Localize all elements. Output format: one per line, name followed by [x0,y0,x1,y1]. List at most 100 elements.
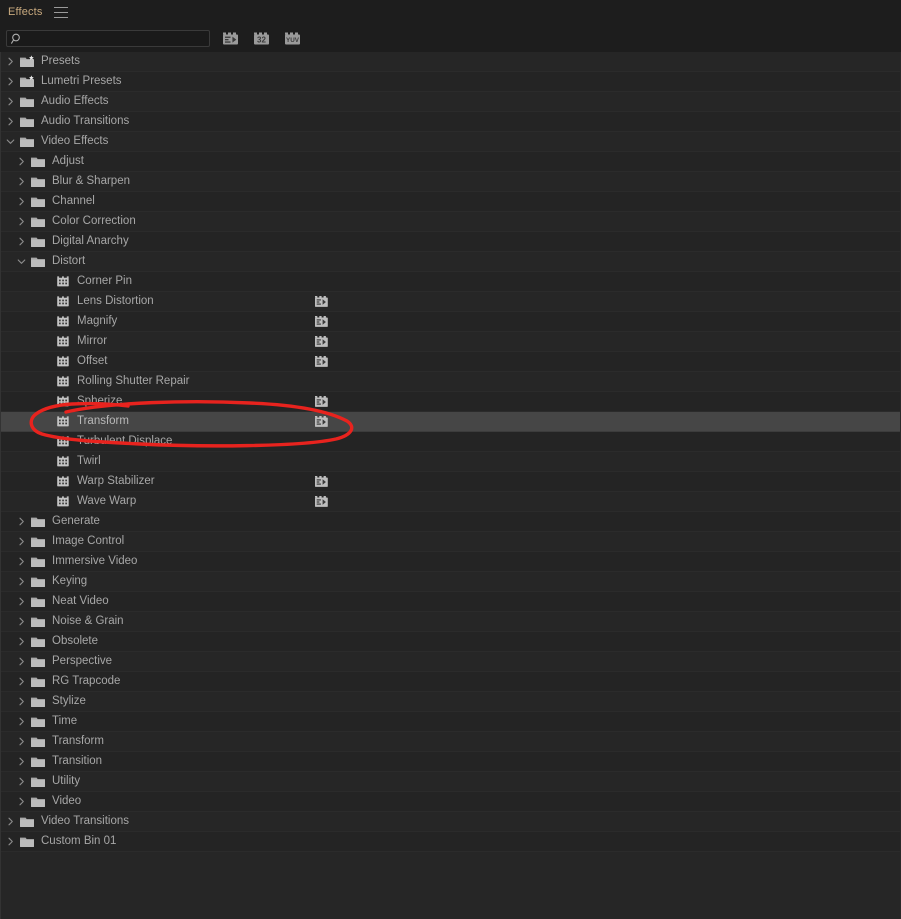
tree-row[interactable]: Channel [1,192,900,212]
chevron-right-icon[interactable] [16,196,27,207]
chevron-right-icon[interactable] [5,56,16,67]
chevron-right-icon[interactable] [16,216,27,227]
folder-icon [31,617,45,627]
tree-row[interactable]: Immersive Video [1,552,900,572]
tree-row[interactable]: Adjust [1,152,900,172]
chevron-down-icon[interactable] [5,136,16,147]
tree-row-label: Corner Pin [77,275,132,287]
tree-row[interactable]: Color Correction [1,212,900,232]
folder-icon [31,717,45,727]
chevron-right-icon[interactable] [16,616,27,627]
chevron-right-icon[interactable] [16,716,27,727]
hamburger-line [54,7,69,8]
chevron-right-icon[interactable] [16,796,27,807]
chevron-right-icon[interactable] [16,636,27,647]
chevron-right-icon[interactable] [16,536,27,547]
effect-icon [57,276,69,287]
tree-row[interactable]: Stylize [1,692,900,712]
chevron-right-icon[interactable] [16,756,27,767]
search-box[interactable] [6,30,210,47]
32-bit-color-icon[interactable]: 32 [253,31,270,46]
folder-star-icon [20,75,34,87]
chevron-right-icon[interactable] [16,176,27,187]
folder-icon [31,517,45,527]
tree-row[interactable]: Blur & Sharpen [1,172,900,192]
chevron-right-icon[interactable] [16,676,27,687]
tree-row-label: Mirror [77,335,108,347]
tree-row[interactable]: Neat Video [1,592,900,612]
folder-icon [20,817,34,827]
panel-menu-icon[interactable] [54,7,69,18]
tree-row-label: Channel [52,195,95,207]
tree-row[interactable]: Video [1,792,900,812]
tree-row[interactable]: Time [1,712,900,732]
tree-row[interactable]: RG Trapcode [1,672,900,692]
chevron-right-icon[interactable] [16,556,27,567]
chevron-right-icon[interactable] [16,236,27,247]
chevron-right-icon[interactable] [5,96,16,107]
tree-row[interactable]: Presets [1,52,900,72]
accelerated-effect-icon[interactable] [222,31,239,46]
tree-row[interactable]: Utility [1,772,900,792]
folder-icon [31,797,45,807]
tree-row[interactable]: Perspective [1,652,900,672]
tree-row-label: Audio Effects [41,95,109,107]
chevron-right-icon[interactable] [16,596,27,607]
tree-row[interactable]: Image Control [1,532,900,552]
chevron-right-icon[interactable] [16,576,27,587]
tree-row[interactable]: Custom Bin 01 [1,832,900,852]
chevron-right-icon[interactable] [16,736,27,747]
chevron-right-icon[interactable] [16,776,27,787]
tree-row[interactable]: Magnify [1,312,900,332]
chevron-right-icon[interactable] [5,116,16,127]
folder-icon [31,657,45,667]
tree-row[interactable]: Video Effects [1,132,900,152]
tree-row[interactable]: Transition [1,752,900,772]
chevron-right-icon[interactable] [16,156,27,167]
tree-row-selected[interactable]: Transform [1,412,900,432]
tree-row[interactable]: Transform [1,732,900,752]
chevron-down-icon[interactable] [16,256,27,267]
tree-row[interactable]: Audio Transitions [1,112,900,132]
tree-row[interactable]: Lumetri Presets [1,72,900,92]
tree-row[interactable]: Twirl [1,452,900,472]
tree-row[interactable]: Corner Pin [1,272,900,292]
tree-row[interactable]: Warp Stabilizer [1,472,900,492]
tree-row[interactable]: Rolling Shutter Repair [1,372,900,392]
hamburger-line [54,17,69,18]
tree-row-label: Lens Distortion [77,295,154,307]
tree-row-label: Generate [52,515,100,527]
chevron-right-icon[interactable] [16,696,27,707]
tree-row[interactable]: Obsolete [1,632,900,652]
tree-row[interactable]: Video Transitions [1,812,900,832]
effect-icon [57,356,69,367]
tree-row[interactable]: Digital Anarchy [1,232,900,252]
tree-row[interactable]: Keying [1,572,900,592]
yuv-color-icon[interactable]: YUV [284,31,301,46]
tree-row[interactable]: Lens Distortion [1,292,900,312]
folder-icon [31,637,45,647]
tree-row[interactable]: Wave Warp [1,492,900,512]
chevron-right-icon[interactable] [5,816,16,827]
tree-row-label: Stylize [52,695,86,707]
chevron-right-icon[interactable] [16,516,27,527]
tree-row[interactable]: Generate [1,512,900,532]
tree-row[interactable]: Audio Effects [1,92,900,112]
tree-row-label: RG Trapcode [52,675,121,687]
tab-effects[interactable]: Effects [8,0,54,25]
tree-row[interactable]: Distort [1,252,900,272]
effect-icon [57,476,69,487]
tree-row[interactable]: Noise & Grain [1,612,900,632]
search-input[interactable] [24,31,204,46]
tree-row[interactable]: Turbulent Displace [1,432,900,452]
effects-tree[interactable]: Presets Lumetri Presets Audio Effects Audio… [0,52,901,919]
chevron-right-icon[interactable] [5,836,16,847]
chevron-right-icon[interactable] [5,76,16,87]
tree-row-label: Transform [52,735,104,747]
tree-row[interactable]: Offset [1,352,900,372]
tree-row[interactable]: Mirror [1,332,900,352]
chevron-right-icon[interactable] [16,656,27,667]
tree-row[interactable]: Spherize [1,392,900,412]
folder-icon [31,157,45,167]
tree-row-label: Distort [52,255,86,267]
